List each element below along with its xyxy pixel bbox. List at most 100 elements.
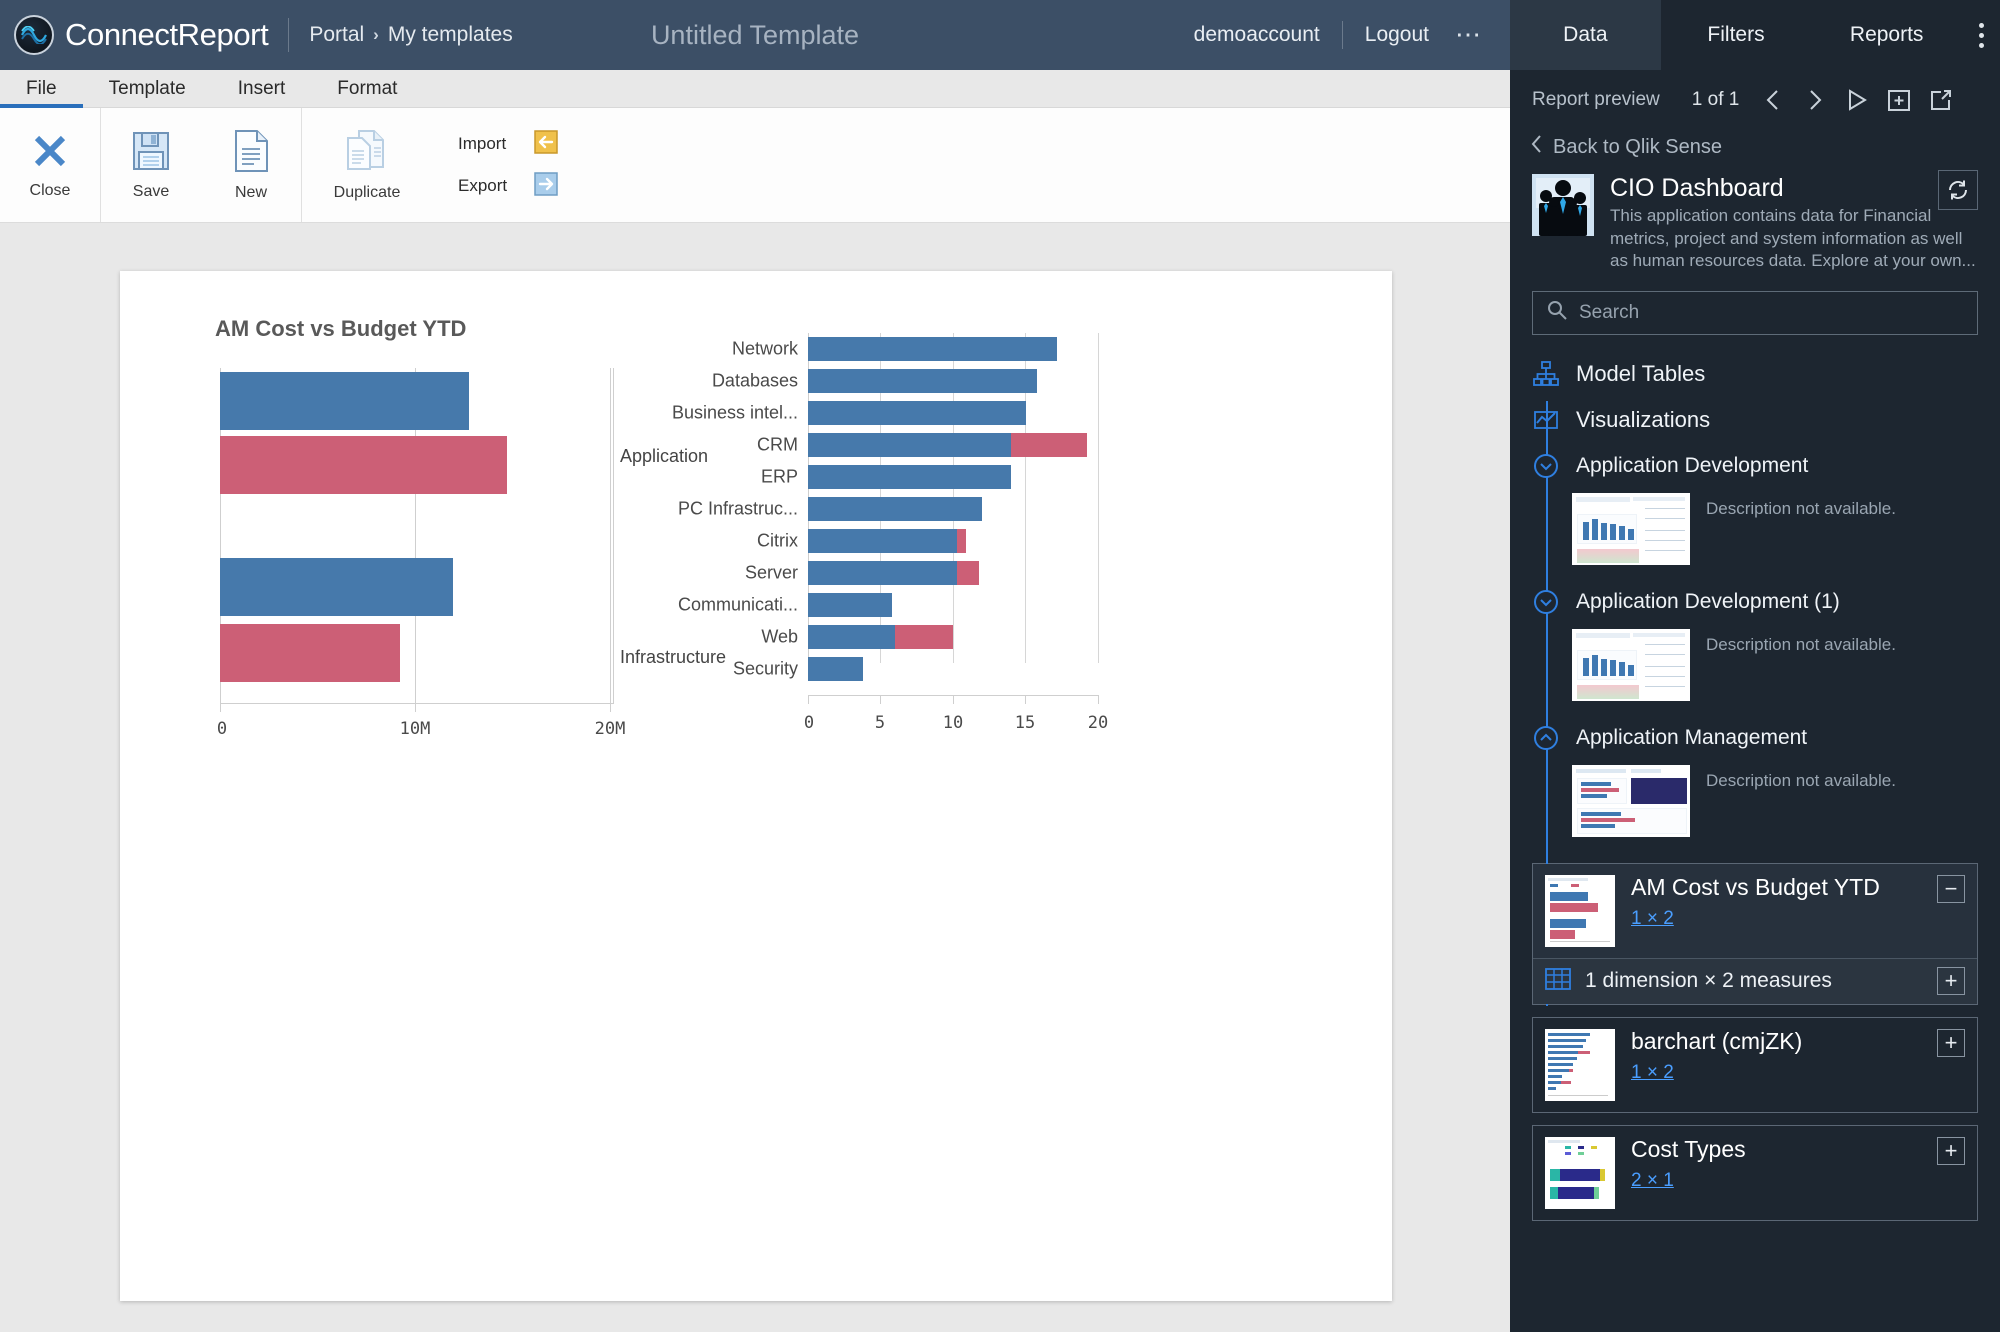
viz-card-header[interactable]: AM Cost vs Budget YTD 1 × 2 − <box>1533 863 1977 958</box>
tab-insert-label: Insert <box>237 77 286 99</box>
bar-row-citrix[interactable] <box>808 529 966 553</box>
account-name[interactable]: demoaccount <box>1194 23 1320 47</box>
category-label-business-intelligence: Business intel... <box>671 402 798 423</box>
x-axis-tick-label: 10 <box>942 713 964 733</box>
sheet-description: Description not available. <box>1706 498 1896 518</box>
play-triangle-icon[interactable] <box>1843 86 1871 114</box>
ribbon-tab-bar: File Template Insert Format <box>0 70 1510 108</box>
x-axis-tick <box>610 703 611 712</box>
bar-segment-cost <box>808 593 892 617</box>
tab-format[interactable]: Format <box>311 70 423 107</box>
bar-infrastructure-budget[interactable] <box>220 624 400 682</box>
chart-barchart-cmjzk[interactable]: Network Databases Business intel... CRM … <box>660 319 1360 749</box>
brand-name: ConnectReport <box>65 17 269 52</box>
tab-filters[interactable]: Filters <box>1661 0 1812 70</box>
bar-row-crm[interactable] <box>808 433 1087 457</box>
sheet-thumbnail[interactable] <box>1572 628 1690 701</box>
export-button[interactable]: Export <box>458 171 558 201</box>
x-axis-tick <box>953 695 954 704</box>
plus-square-icon[interactable] <box>1885 86 1913 114</box>
minus-square-icon[interactable]: − <box>1937 874 1965 903</box>
sheet-thumbnail[interactable] <box>1572 492 1690 565</box>
new-button[interactable]: New <box>201 108 301 222</box>
viz-dimensions-link[interactable]: 1 × 2 <box>1631 908 1674 930</box>
chevron-right-icon[interactable] <box>1801 86 1829 114</box>
tab-insert[interactable]: Insert <box>212 70 312 107</box>
chevron-up-circle-icon[interactable] <box>1532 724 1560 752</box>
chevron-down-circle-icon[interactable] <box>1532 452 1560 480</box>
bar-row-network[interactable] <box>808 337 1057 361</box>
tab-reports[interactable]: Reports <box>1811 0 1962 70</box>
top-bar-right: demoaccount Logout ⋯ <box>1194 21 1510 49</box>
chart-plot-area: 0 10M 20M Application Infrastructure <box>217 368 726 739</box>
bar-row-web[interactable] <box>808 625 953 649</box>
viz-card-cost-types[interactable]: Cost Types 2 × 1 + <box>1532 1124 1978 1221</box>
viz-card-header[interactable]: barchart (cmjZK) 1 × 2 + <box>1533 1018 1977 1112</box>
tree-item-visualizations[interactable]: Visualizations <box>1510 397 2000 443</box>
plus-square-icon[interactable]: + <box>1937 1028 1965 1057</box>
bar-infrastructure-cost[interactable] <box>220 558 453 616</box>
vertical-ellipsis-icon[interactable] <box>1962 0 2000 70</box>
bar-segment-cost <box>808 529 957 553</box>
tab-file[interactable]: File <box>0 70 83 108</box>
tree-item-model-tables[interactable]: Model Tables <box>1510 351 2000 397</box>
bar-application-cost[interactable] <box>220 372 469 430</box>
search-placeholder: Search <box>1579 301 1640 323</box>
tree-item-application-management[interactable]: Application Management <box>1510 715 2000 761</box>
breadcrumb-item-portal[interactable]: Portal <box>309 23 364 47</box>
bar-row-security[interactable] <box>808 657 863 681</box>
tree-item-label: Visualizations <box>1576 406 1711 432</box>
bar-row-pc-infrastructure[interactable] <box>808 497 982 521</box>
category-label-citrix: Citrix <box>757 530 798 551</box>
external-link-icon[interactable] <box>1927 86 1955 114</box>
app-name: CIO Dashboard <box>1610 174 1784 202</box>
sheet-description: Description not available. <box>1706 770 1896 790</box>
bar-row-business-intelligence[interactable] <box>808 401 1026 425</box>
refresh-icon[interactable] <box>1938 170 1978 210</box>
table-grid-icon <box>1545 967 1571 995</box>
report-page[interactable]: AM Cost vs Budget YTD 0 10M 20M Applicat… <box>120 271 1392 1301</box>
x-axis-tick-label: 10M <box>399 719 431 739</box>
chevron-left-icon[interactable] <box>1759 86 1787 114</box>
viz-card-subrow[interactable]: 1 dimension × 2 measures + <box>1533 957 1977 1004</box>
bar-application-budget[interactable] <box>220 436 507 494</box>
plus-square-icon[interactable]: + <box>1937 967 1965 996</box>
viz-card-header[interactable]: Cost Types 2 × 1 + <box>1533 1126 1977 1220</box>
breadcrumb-item-my-templates[interactable]: My templates <box>388 23 513 47</box>
save-button[interactable]: Save <box>101 108 201 222</box>
data-tree: Model Tables Visualizations Application … <box>1510 341 2000 1221</box>
tab-file-label: File <box>26 77 57 99</box>
bar-row-erp[interactable] <box>808 465 1011 489</box>
export-arrow-icon <box>534 171 558 201</box>
logout-button[interactable]: Logout <box>1365 23 1429 47</box>
import-button[interactable]: Import <box>458 129 558 159</box>
viz-thumbnail <box>1545 1028 1615 1101</box>
tree-item-application-development[interactable]: Application Development <box>1510 443 2000 489</box>
tab-data[interactable]: Data <box>1510 0 1661 70</box>
search-input[interactable]: Search <box>1532 290 1978 335</box>
viz-card-am-cost-vs-budget-ytd[interactable]: AM Cost vs Budget YTD 1 × 2 − 1 dimensio… <box>1532 862 1978 1005</box>
x-axis-tick <box>808 695 809 704</box>
back-to-qlik-sense-button[interactable]: Back to Qlik Sense <box>1510 124 2000 168</box>
duplicate-documents-icon <box>344 129 390 178</box>
viz-card-barchart-cmjzk[interactable]: barchart (cmjZK) 1 × 2 + <box>1532 1016 1978 1113</box>
top-bar: ConnectReport Portal › My templates Unti… <box>0 0 1510 70</box>
ellipsis-icon[interactable]: ⋯ <box>1455 22 1484 47</box>
bar-row-server[interactable] <box>808 561 979 585</box>
duplicate-button[interactable]: Duplicate <box>302 108 432 222</box>
chevron-down-circle-icon[interactable] <box>1532 588 1560 616</box>
close-button[interactable]: Close <box>0 108 100 222</box>
sheet-thumbnail[interactable] <box>1572 764 1690 837</box>
close-label: Close <box>29 181 71 199</box>
viz-dimensions-link[interactable]: 2 × 1 <box>1631 1170 1674 1192</box>
viz-card-text: AM Cost vs Budget YTD 1 × 2 <box>1631 874 1880 930</box>
category-label-crm: CRM <box>757 434 798 455</box>
tree-item-application-development-1[interactable]: Application Development (1) <box>1510 579 2000 625</box>
back-label: Back to Qlik Sense <box>1553 135 1722 158</box>
tab-template[interactable]: Template <box>83 70 212 107</box>
bar-row-databases[interactable] <box>808 369 1037 393</box>
plus-square-icon[interactable]: + <box>1937 1136 1965 1165</box>
viz-dimensions-link[interactable]: 1 × 2 <box>1631 1062 1674 1084</box>
x-axis-tick <box>1025 695 1026 704</box>
bar-row-communications[interactable] <box>808 593 892 617</box>
